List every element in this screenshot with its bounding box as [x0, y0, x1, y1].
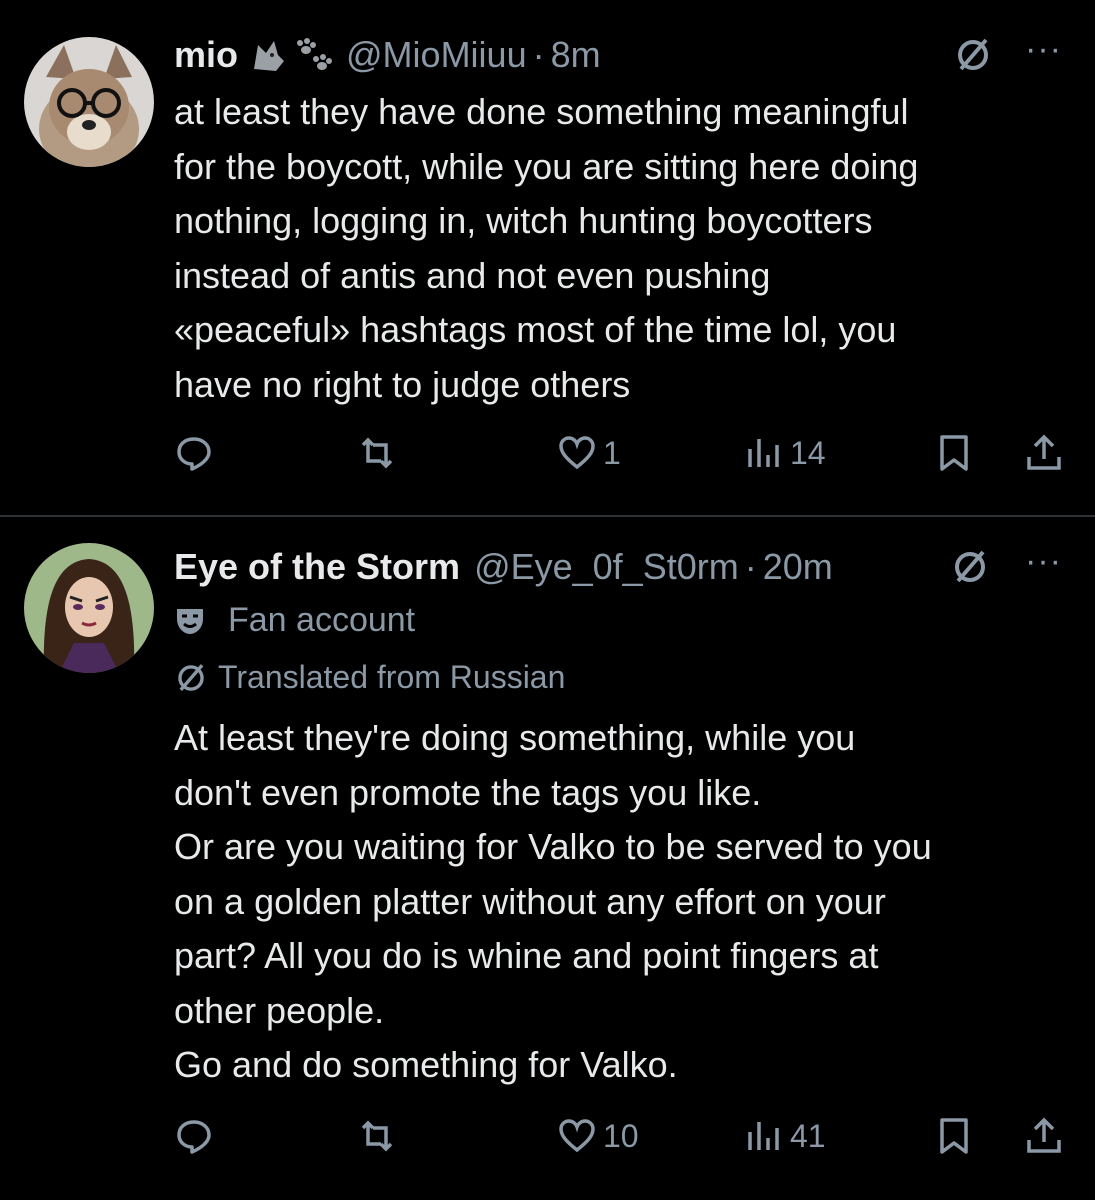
separator-dot: ·	[744, 546, 757, 587]
avatar[interactable]	[24, 543, 154, 673]
translated-label[interactable]: Translated from Russian	[174, 659, 565, 696]
heart-icon	[559, 436, 595, 470]
badge-text: Fan account	[228, 601, 416, 639]
like-button[interactable]: 10	[557, 1111, 639, 1161]
translate-icon[interactable]	[953, 35, 993, 75]
reply-button[interactable]	[174, 428, 214, 478]
views-button[interactable]: 14	[744, 428, 826, 478]
avatar-dog-image	[24, 37, 154, 167]
avatar[interactable]	[24, 37, 154, 167]
reply-button[interactable]	[174, 1111, 214, 1161]
share-button[interactable]	[1024, 1111, 1064, 1161]
bookmark-button[interactable]	[934, 1111, 974, 1161]
views-button[interactable]: 41	[744, 1111, 826, 1161]
translate-icon[interactable]	[950, 547, 990, 587]
views-chart-icon	[748, 439, 779, 467]
action-bar: 1 14	[174, 428, 1064, 478]
retweet-icon	[361, 1120, 393, 1152]
more-options-icon[interactable]: ···	[1025, 542, 1062, 581]
share-icon	[1027, 434, 1061, 470]
reply-icon	[177, 437, 211, 471]
theater-mask-icon	[177, 608, 203, 634]
user-handle[interactable]: @MioMiiuu	[346, 34, 527, 76]
bookmark-button[interactable]	[934, 428, 974, 478]
like-count: 1	[603, 434, 621, 471]
translate-small-icon	[178, 663, 204, 691]
reply-icon	[177, 1120, 211, 1154]
fan-account-label: Fan account	[174, 601, 415, 640]
retweet-button[interactable]	[357, 1111, 397, 1161]
like-button[interactable]: 1	[557, 428, 621, 478]
views-count: 41	[790, 1117, 826, 1154]
views-chart-icon	[748, 1122, 779, 1150]
avatar-character-image	[24, 543, 154, 673]
tweet-text: at least they have done something meanin…	[174, 91, 919, 405]
heart-icon	[559, 1119, 595, 1153]
paw-prints-icon	[297, 38, 333, 70]
bookmark-icon	[940, 435, 968, 471]
retweet-button[interactable]	[357, 428, 397, 478]
views-count: 14	[790, 434, 826, 471]
timestamp[interactable]: 8m	[551, 34, 601, 76]
action-bar: 10 41	[174, 1111, 1064, 1161]
timestamp[interactable]: 20m	[763, 546, 833, 588]
name-emoji	[248, 35, 333, 75]
user-handle[interactable]: @Eye_0f_St0rm	[474, 546, 739, 588]
tweet-card[interactable]: Eye of the Storm @Eye_0f_St0rm · 20m ···…	[0, 517, 1095, 1200]
display-name[interactable]: mio	[174, 34, 238, 76]
translated-text: Translated from Russian	[218, 659, 566, 695]
tweet-card[interactable]: mio @MioMiiuu · 8m ··· at least they hav…	[0, 0, 1095, 515]
bookmark-icon	[940, 1118, 968, 1154]
share-icon	[1027, 1117, 1061, 1153]
retweet-icon	[361, 437, 393, 469]
like-count: 10	[603, 1117, 639, 1154]
more-options-icon[interactable]: ···	[1025, 30, 1062, 69]
tweet-text: At least they're doing something, while …	[174, 717, 932, 1085]
share-button[interactable]	[1024, 428, 1064, 478]
tweet-header: mio @MioMiiuu · 8m	[174, 30, 601, 80]
separator-dot: ·	[532, 34, 545, 75]
display-name[interactable]: Eye of the Storm	[174, 546, 460, 588]
tweet-header: Eye of the Storm @Eye_0f_St0rm · 20m	[174, 542, 833, 592]
wolf-icon	[254, 41, 285, 71]
